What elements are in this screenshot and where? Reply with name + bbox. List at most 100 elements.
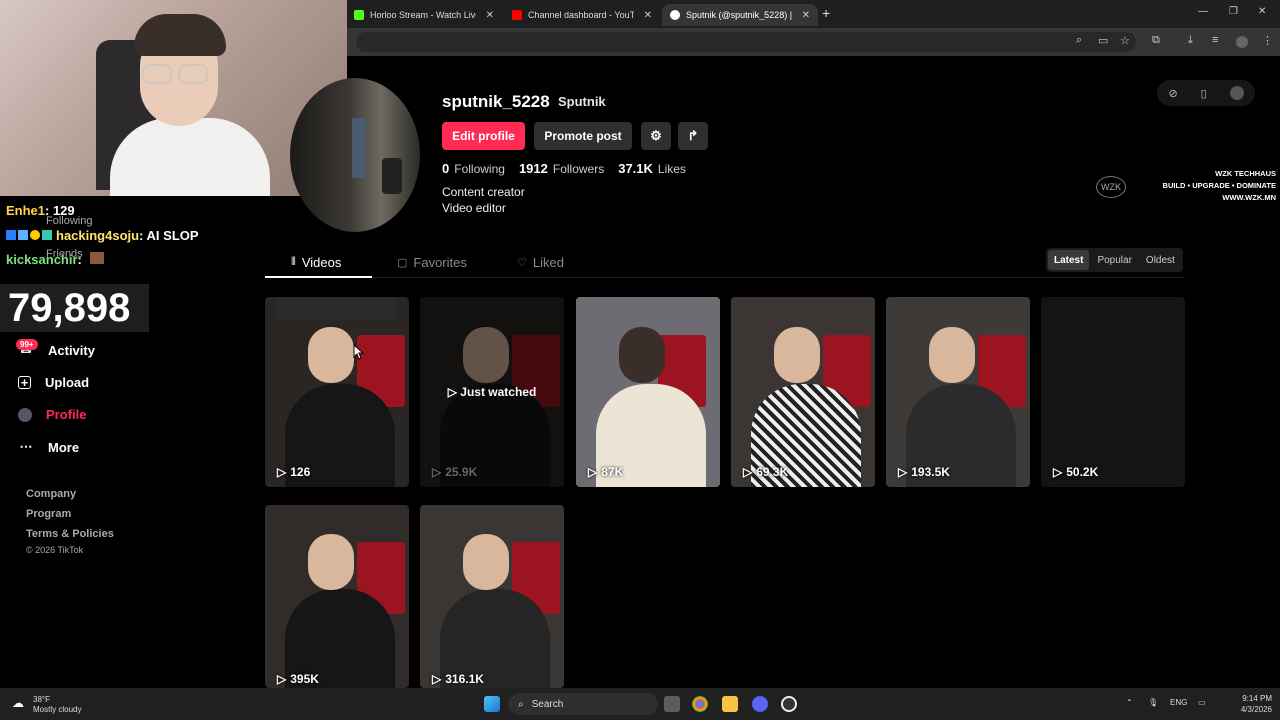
tab-favorites[interactable]: ▢ Favorites	[397, 255, 467, 270]
video-thumbnail[interactable]: ▷ 395K	[265, 505, 409, 688]
bookmark-icon: ▢	[397, 257, 408, 269]
profile-nickname: Sputnik	[558, 94, 606, 109]
thumb-person-back	[619, 327, 666, 384]
tab-youtube-dashboard[interactable]: Channel dashboard - YouTube ✕	[504, 4, 660, 26]
menu-icon[interactable]: ⋮	[1262, 34, 1273, 47]
microphone-icon[interactable]: 🎙	[1148, 698, 1158, 707]
media-icon[interactable]: ≡	[1212, 34, 1218, 46]
video-views: ▷ 126	[277, 465, 310, 479]
discord-icon[interactable]	[752, 696, 768, 712]
close-tab-icon[interactable]: ✕	[486, 10, 494, 21]
cloud-icon: ☁	[12, 696, 24, 710]
profile-avatar-image[interactable]	[290, 78, 420, 232]
views-count: 25.9K	[445, 465, 478, 479]
network-icon[interactable]: ▭	[1198, 698, 1206, 707]
edit-profile-button[interactable]: Edit profile	[442, 122, 525, 150]
sort-latest[interactable]: Latest	[1048, 250, 1090, 270]
language-indicator[interactable]: ENG	[1170, 698, 1187, 707]
taskbar-search[interactable]: ⌕ Search	[508, 693, 658, 715]
copyright: © 2026 TikTok	[26, 545, 84, 555]
video-thumbnail[interactable]: ▷ 69.3K	[731, 297, 875, 487]
weather-widget[interactable]: 38°F Mostly cloudy	[33, 695, 81, 715]
chat-message: kicksanchir:	[6, 252, 104, 267]
file-explorer-icon[interactable]	[722, 696, 738, 712]
sidebar-item-label: Profile	[46, 407, 87, 422]
profile-username: sputnik_5228	[442, 92, 550, 111]
followers-count: 1912	[518, 161, 548, 176]
compass-icon[interactable]: ⊘	[1168, 87, 1177, 100]
tab-tiktok-profile[interactable]: Sputnik (@sputnik_5228) | TikTo ✕	[662, 4, 818, 26]
windows-start-icon[interactable]	[484, 696, 500, 712]
sidebar-item-label: Upload	[45, 375, 90, 390]
video-thumbnail[interactable]: ▷ 87K	[576, 297, 720, 487]
following-stat[interactable]: 0 Following	[442, 161, 505, 176]
avatar-icon[interactable]	[1229, 86, 1244, 100]
extensions-icon[interactable]: ⧉	[1152, 34, 1160, 47]
maximize-icon[interactable]: ❐	[1229, 6, 1238, 17]
avatar-bin	[382, 158, 402, 194]
views-count: 126	[290, 465, 311, 479]
plus-square-icon: +	[18, 375, 31, 390]
play-icon: ▷	[277, 465, 287, 479]
zoom-icon[interactable]: ⌕	[1076, 34, 1082, 47]
footer-link-company[interactable]: Company	[26, 488, 76, 500]
views-count: 193.5K	[911, 465, 950, 479]
download-icon[interactable]: ⤓	[1188, 34, 1193, 47]
avatar-icon	[18, 407, 32, 422]
phone-icon[interactable]: ▯	[1201, 87, 1207, 100]
close-tab-icon[interactable]: ✕	[802, 10, 810, 21]
tray-chevron-icon[interactable]: ⌃	[1126, 698, 1133, 707]
chat-username: hacking4soju	[56, 228, 140, 243]
play-icon: ▷	[277, 672, 287, 686]
sidebar-item-profile[interactable]: Profile	[18, 407, 86, 422]
tab-videos[interactable]: ⦀ Videos	[291, 255, 341, 270]
settings-gear-icon[interactable]: ⚙	[641, 122, 671, 150]
windows-taskbar: ☁ 38°F Mostly cloudy ⌕ Search ⌃ 🎙 ENG ▭ …	[0, 688, 1280, 720]
wzk-watermark: WZK TECHHAUS BUILD • UPGRADE • DOMINATE …	[1090, 168, 1276, 208]
play-icon: ▷	[432, 465, 442, 479]
close-window-icon[interactable]: ✕	[1258, 6, 1266, 17]
sidebar-item-label: More	[48, 439, 80, 455]
new-tab-button[interactable]: +	[822, 5, 830, 21]
active-tab-indicator	[265, 276, 372, 278]
address-bar[interactable]	[356, 32, 1136, 52]
minimize-icon[interactable]: —	[1198, 6, 1208, 17]
sort-popular[interactable]: Popular	[1091, 250, 1137, 270]
play-icon: ▷	[432, 672, 442, 686]
badge-icon	[42, 230, 52, 240]
sidebar-item-upload[interactable]: + Upload	[18, 375, 89, 390]
profile-avatar[interactable]	[1236, 36, 1248, 48]
tab-liked[interactable]: ♡ Liked	[517, 255, 564, 270]
video-thumbnail[interactable]: ▷ 126	[265, 297, 409, 487]
promote-post-button[interactable]: Promote post	[534, 122, 632, 150]
obs-icon[interactable]	[781, 696, 797, 712]
tiktok-icon	[670, 10, 680, 20]
webcam-person-hair	[134, 14, 226, 56]
just-watched-text: Just watched	[460, 385, 537, 399]
cast-icon[interactable]: ▭	[1098, 34, 1108, 47]
close-tab-icon[interactable]: ✕	[644, 10, 652, 21]
play-icon: ▷	[447, 385, 461, 399]
profile-bio-line: Content creator	[442, 185, 525, 199]
footer-link-program[interactable]: Program	[26, 508, 71, 520]
video-thumbnail[interactable]: ▷ Just watched ▷ 25.9K	[420, 297, 564, 487]
taskbar-clock[interactable]: 9:14 PM 4/3/2026	[1222, 693, 1272, 715]
thumb-person	[308, 327, 355, 384]
tab-horloo-stream[interactable]: Horloo Stream - Watch Live on ✕	[346, 4, 502, 26]
sort-toggle: Latest Popular Oldest	[1046, 248, 1183, 272]
followers-stat[interactable]: 1912 Followers	[519, 161, 604, 176]
share-icon[interactable]: ↱	[678, 122, 708, 150]
play-icon: ▷	[743, 465, 753, 479]
video-thumbnail[interactable]: ▷ 193.5K	[886, 297, 1030, 487]
video-thumbnail[interactable]: ▷ 50.2K	[1041, 297, 1185, 487]
video-thumbnail[interactable]: ▷ 316.1K	[420, 505, 564, 688]
footer-link-terms[interactable]: Terms & Policies	[26, 528, 114, 540]
weather-temp: 38°F	[33, 695, 50, 704]
chrome-icon[interactable]	[692, 696, 708, 712]
sidebar-item-more[interactable]: ⋯ More	[18, 439, 80, 455]
webcam-person-shirt	[110, 118, 270, 196]
bookmark-star-icon[interactable]: ☆	[1120, 34, 1130, 47]
task-view-icon[interactable]	[664, 696, 680, 712]
sort-oldest[interactable]: Oldest	[1140, 250, 1181, 270]
sidebar-item-following[interactable]: Following	[46, 215, 92, 227]
